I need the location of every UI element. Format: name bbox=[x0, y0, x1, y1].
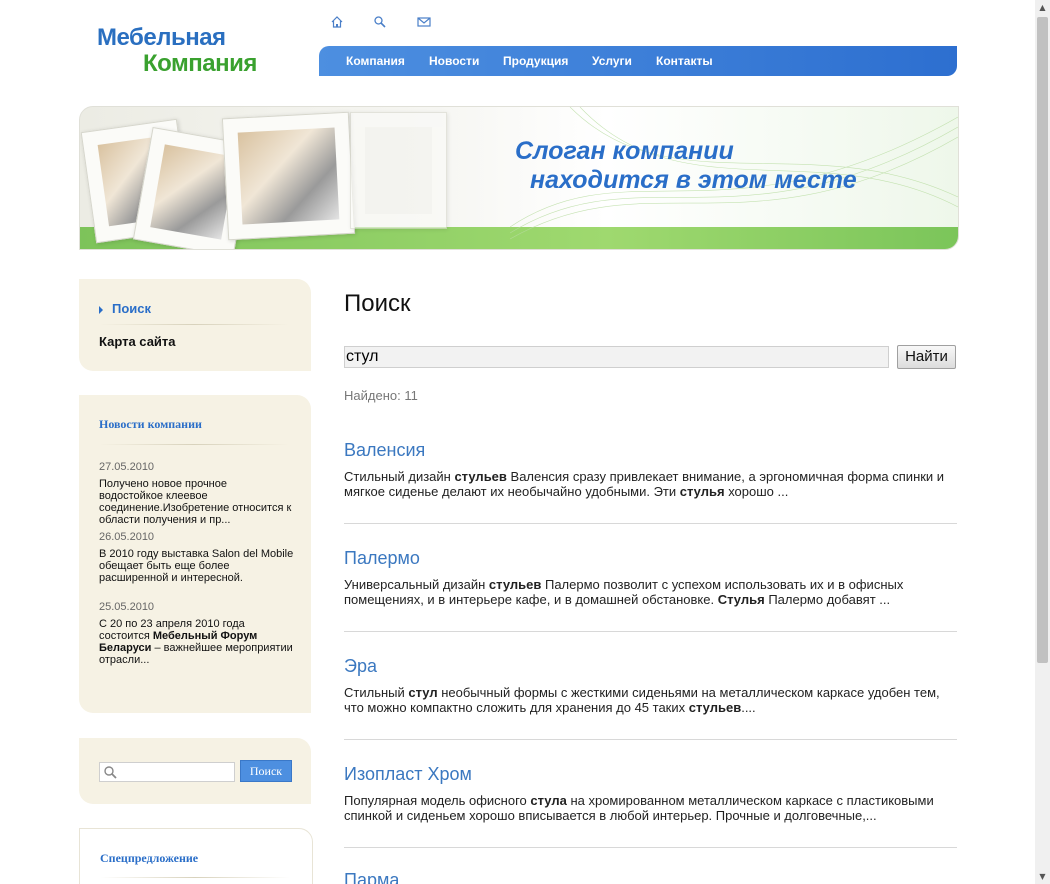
nav-products[interactable]: Продукция bbox=[503, 54, 568, 68]
divider bbox=[344, 523, 957, 524]
news-text[interactable]: В 2010 году выставка Salon del Mobile об… bbox=[99, 548, 294, 584]
highlighted-term: стулья bbox=[679, 484, 725, 499]
snippet-text: Универсальный дизайн bbox=[344, 577, 489, 592]
nav-company[interactable]: Компания bbox=[346, 54, 405, 68]
main-nav: Компания Новости Продукция Услуги Контак… bbox=[319, 46, 957, 76]
scrollbar[interactable]: ▲ ▼ bbox=[1035, 0, 1050, 884]
nav-contacts[interactable]: Контакты bbox=[656, 54, 713, 68]
search-result-title-link[interactable]: Эра bbox=[344, 656, 957, 677]
divider bbox=[100, 877, 290, 878]
search-result: Парма bbox=[344, 870, 957, 884]
scroll-down-icon[interactable]: ▼ bbox=[1035, 869, 1050, 884]
highlighted-term: стула bbox=[530, 793, 567, 808]
news-date: 26.05.2010 bbox=[99, 531, 155, 543]
news-date: 27.05.2010 bbox=[99, 461, 155, 473]
highlighted-term: стул bbox=[408, 685, 438, 700]
scrollbar-thumb[interactable] bbox=[1037, 17, 1048, 663]
snippet-text: Палермо добавят ... bbox=[764, 592, 891, 607]
search-result-snippet: Популярная модель офисного стула на хром… bbox=[344, 793, 957, 823]
sidebar-special-offer: Спецпредложение bbox=[79, 828, 313, 884]
divider bbox=[99, 444, 289, 445]
snippet-text: хорошо ... bbox=[724, 484, 789, 499]
search-result-title-link[interactable]: Валенсия bbox=[344, 440, 957, 461]
bullet-icon bbox=[99, 306, 103, 314]
sidebar-menu: Поиск Карта сайта bbox=[79, 279, 311, 371]
search-query-input[interactable]: стул bbox=[344, 346, 889, 368]
search-result: Палермо Универсальный дизайн стульев Пале… bbox=[344, 548, 957, 607]
divider bbox=[344, 847, 957, 848]
news-title[interactable]: Новости компании bbox=[99, 417, 202, 432]
sidebar-search-button[interactable]: Поиск bbox=[240, 760, 292, 782]
snippet-text: Стильный дизайн bbox=[344, 469, 455, 484]
highlighted-term: стульев bbox=[688, 700, 742, 715]
divider bbox=[344, 631, 957, 632]
search-icon[interactable] bbox=[373, 15, 389, 31]
special-title[interactable]: Спецпредложение bbox=[100, 851, 198, 866]
search-icon bbox=[104, 766, 117, 779]
sidebar-item-sitemap[interactable]: Карта сайта bbox=[99, 334, 176, 349]
search-result-snippet: Стильный дизайн стульев Валенсия сразу п… bbox=[344, 469, 957, 499]
search-result: Эра Стильный стул необычный формы с жестк… bbox=[344, 656, 957, 715]
home-icon[interactable] bbox=[330, 15, 346, 31]
news-text[interactable]: Получено новое прочное водостойкое клеев… bbox=[99, 478, 294, 526]
mail-icon[interactable] bbox=[417, 15, 433, 31]
sidebar-item-search[interactable]: Поиск bbox=[112, 301, 151, 316]
sidebar-search: Поиск bbox=[79, 738, 311, 804]
banner-photo-4 bbox=[350, 112, 447, 229]
search-result: Валенсия Стильный дизайн стульев Валенсия… bbox=[344, 440, 957, 499]
scroll-up-icon[interactable]: ▲ bbox=[1035, 0, 1050, 15]
highlighted-term: стульев bbox=[454, 469, 507, 484]
search-result: Изопласт Хром Популярная модель офисного … bbox=[344, 764, 957, 823]
slogan-line-1: Слоган компании bbox=[515, 137, 734, 165]
snippet-text: .... bbox=[741, 700, 756, 715]
nav-news[interactable]: Новости bbox=[429, 54, 479, 68]
banner-photo-3 bbox=[221, 111, 356, 241]
results-count: Найдено: 11 bbox=[344, 388, 418, 403]
snippet-text: Популярная модель офисного bbox=[344, 793, 531, 808]
news-date: 25.05.2010 bbox=[99, 601, 155, 613]
banner-slogan: Слоган компании находится в этом месте bbox=[515, 137, 857, 195]
snippet-text: Стильный bbox=[344, 685, 409, 700]
page: Мебельная Компания Компания Новости Прод… bbox=[0, 0, 1035, 884]
search-result-snippet: Стильный стул необычный формы с жесткими… bbox=[344, 685, 957, 715]
sidebar-news: Новости компании 27.05.2010 Получено нов… bbox=[79, 395, 311, 713]
company-logo[interactable]: Мебельная Компания bbox=[97, 24, 277, 80]
highlighted-term: Стулья bbox=[717, 592, 765, 607]
news-text[interactable]: С 20 по 23 апреля 2010 года состоится Ме… bbox=[99, 618, 294, 666]
slogan-line-2: находится в этом месте bbox=[530, 166, 857, 194]
nav-services[interactable]: Услуги bbox=[592, 54, 632, 68]
page-title: Поиск bbox=[344, 290, 411, 317]
logo-line-2: Компания bbox=[143, 50, 257, 77]
highlighted-term: стульев bbox=[488, 577, 542, 592]
search-result-title-link[interactable]: Палермо bbox=[344, 548, 957, 569]
divider bbox=[99, 324, 289, 325]
search-result-title-link[interactable]: Парма bbox=[344, 870, 957, 884]
sidebar-search-input[interactable] bbox=[99, 762, 235, 782]
logo-line-1: Мебельная bbox=[97, 24, 226, 51]
search-result-title-link[interactable]: Изопласт Хром bbox=[344, 764, 957, 785]
search-result-snippet: Универсальный дизайн стульев Палермо поз… bbox=[344, 577, 957, 607]
divider bbox=[344, 739, 957, 740]
search-submit-button[interactable]: Найти bbox=[897, 345, 956, 369]
